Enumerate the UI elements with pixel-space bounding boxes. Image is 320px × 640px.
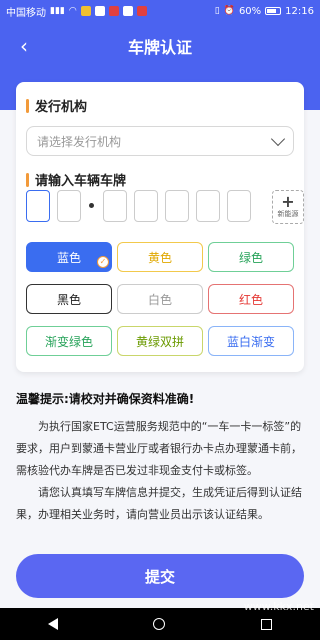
- plate-color-option[interactable]: 蓝白渐变: [208, 326, 294, 356]
- back-arrow-icon: ‹: [20, 34, 28, 58]
- status-bar: 中国移动 ▮▮▮ ◠ ▯ ⏰ 60% 12:16: [0, 0, 320, 22]
- plate-separator-dot: [89, 203, 94, 208]
- plate-color-option[interactable]: 白色: [117, 284, 203, 314]
- section-marker: [26, 172, 29, 187]
- plate-input-row: + 新能源: [26, 190, 304, 224]
- alarm-icon: ⏰: [223, 5, 235, 16]
- carrier-label: 中国移动: [6, 7, 46, 19]
- plate-color-option[interactable]: 黑色: [26, 284, 112, 314]
- nav-bar: ‹ 车牌认证: [0, 22, 320, 70]
- back-button[interactable]: ‹: [8, 30, 40, 62]
- app-notification-icon: [80, 6, 91, 16]
- tips-paragraph-1: 为执行国家ETC运营服务规范中的“一车一卡一标签”的要求，用户到蒙通卡营业厅或者…: [16, 420, 302, 477]
- plus-icon: +: [281, 192, 295, 211]
- vibrate-icon: ▯: [214, 5, 220, 16]
- plate-char-box[interactable]: [26, 190, 50, 222]
- issuer-title: 发行机构: [35, 100, 88, 115]
- clock: 12:16: [285, 5, 314, 17]
- plate-color-option[interactable]: 黄色: [117, 242, 203, 272]
- chevron-down-icon: [270, 131, 286, 146]
- plate-section-header: 请输入车辆车牌: [26, 170, 126, 189]
- plate-char-box[interactable]: [196, 190, 220, 222]
- plate-char-box[interactable]: [227, 190, 251, 222]
- new-energy-button[interactable]: + 新能源: [272, 190, 304, 224]
- plate-color-option[interactable]: 绿色: [208, 242, 294, 272]
- battery-icon: [265, 7, 282, 15]
- plate-color-option[interactable]: 蓝色 ✓: [26, 242, 112, 272]
- check-icon: ✓: [97, 256, 109, 268]
- tips-paragraph-2: 请您认真填写车牌信息并提交，生成凭证后得到认证结果，办理相关业务时，请向营业员出…: [16, 486, 302, 521]
- plate-char-box[interactable]: [57, 190, 81, 222]
- new-energy-label: 新能源: [277, 210, 299, 218]
- watermark: www.kkx.net: [243, 600, 314, 613]
- tips-title: 温馨提示:请校对并确保资料准确!: [16, 392, 195, 406]
- nav-back-icon[interactable]: [47, 618, 58, 630]
- nav-recent-apps-icon[interactable]: [261, 618, 273, 630]
- wifi-icon: ◠: [68, 5, 77, 16]
- signal-icon: ▮▮▮: [50, 5, 65, 16]
- page-title: 车牌认证: [127, 38, 192, 57]
- plate-color-option[interactable]: 黄绿双拼: [117, 326, 203, 356]
- plate-char-box[interactable]: [134, 190, 158, 222]
- status-right: ▯ ⏰ 60% 12:16: [215, 6, 314, 17]
- submit-button[interactable]: 提交: [16, 554, 304, 598]
- app-notification-icon: [136, 6, 147, 16]
- plate-title: 请输入车辆车牌: [35, 174, 127, 189]
- status-left: 中国移动 ▮▮▮ ◠: [6, 4, 215, 19]
- battery-percent: 60%: [238, 5, 262, 17]
- plate-char-box[interactable]: [165, 190, 189, 222]
- app-notification-icon: [122, 6, 133, 16]
- plate-char-box[interactable]: [103, 190, 127, 222]
- issuer-select[interactable]: 请选择发行机构: [26, 126, 294, 156]
- app-notification-icon: [108, 6, 119, 16]
- plate-color-option[interactable]: 渐变绿色: [26, 326, 112, 356]
- app-notification-icon: [94, 6, 105, 16]
- issuer-section-header: 发行机构: [26, 96, 87, 115]
- plate-form-card: 发行机构 请选择发行机构 请输入车辆车牌 + 新能源 蓝色 ✓ 黄色 绿色黑色 白色 红色…: [16, 82, 304, 372]
- section-marker: [26, 98, 29, 113]
- plate-color-option[interactable]: 红色: [208, 284, 294, 314]
- nav-home-icon[interactable]: [153, 618, 166, 630]
- issuer-placeholder: 请选择发行机构: [37, 134, 122, 149]
